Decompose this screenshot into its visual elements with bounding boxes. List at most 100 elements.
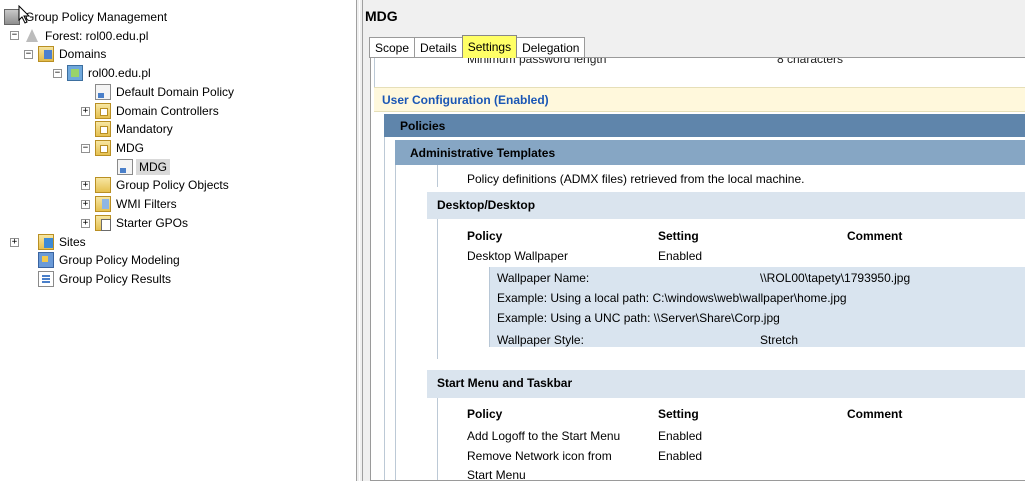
col-policy: Policy [467, 229, 503, 243]
expand-starter-icon[interactable]: + [81, 219, 90, 228]
ou-folder-icon [95, 140, 111, 156]
col-policy: Policy [467, 407, 503, 421]
tree-label: Group Policy Modeling [59, 253, 180, 267]
policy-setting: Enabled [658, 429, 703, 443]
grid-line [395, 165, 396, 480]
administrative-templates-header[interactable]: Administrative Templates [395, 140, 1025, 165]
detail-value: \\Server\Share\Corp.jpg [653, 311, 780, 325]
expand-sites-icon[interactable]: + [10, 238, 19, 247]
expand-gpo-folder-icon[interactable]: + [81, 181, 90, 190]
tree-node-wmi-filters[interactable]: WMI Filters [95, 195, 179, 213]
col-setting: Setting [658, 407, 699, 421]
grid-line [374, 58, 375, 88]
tree-node-default-domain-policy[interactable]: Default Domain Policy [95, 83, 236, 101]
tree-label: Group Policy Results [59, 272, 172, 286]
mouse-cursor-icon [18, 5, 31, 24]
policies-header[interactable]: Policies [384, 114, 1025, 137]
ou-folder-icon [95, 103, 111, 119]
console-tree[interactable]: Group Policy Management − Forest: rol00.… [0, 0, 356, 481]
detail-label-text: Example: Using a local path: [497, 291, 650, 305]
col-comment: Comment [847, 229, 903, 243]
expand-domain-controllers-icon[interactable]: + [81, 107, 90, 116]
desktop-section-header[interactable]: Desktop/Desktop [427, 192, 1025, 219]
tree-label: Domains [59, 47, 107, 61]
tree-label: Group Policy Objects [116, 178, 229, 192]
tab-strip: Scope Details Settings Delegation [369, 34, 586, 58]
policy-setting: Enabled [658, 449, 703, 463]
grid-line [437, 398, 438, 480]
tree-label: Domain Controllers [116, 104, 219, 118]
gpo-title: MDG [365, 8, 398, 24]
detail-value: C:\windows\web\wallpaper\home.jpg [652, 291, 847, 305]
tree-label: MDG [116, 141, 144, 155]
expand-wmi-icon[interactable]: + [81, 200, 90, 209]
tree-label: rol00.edu.pl [88, 66, 151, 80]
collapse-forest-icon[interactable]: − [10, 31, 19, 40]
detail-value: \\ROL00\tapety\1793950.jpg [760, 271, 911, 285]
tree-label: Starter GPOs [116, 216, 189, 230]
sites-folder-icon [38, 234, 54, 250]
policy-name-continued: Start Menu [467, 468, 526, 481]
collapse-mdg-icon[interactable]: − [81, 144, 90, 153]
starter-gpo-folder-icon [95, 215, 111, 231]
grid-line [437, 165, 438, 187]
user-configuration-header[interactable]: User Configuration (Enabled) [374, 87, 1025, 112]
detail-label: Example: Using a local path: C:\windows\… [497, 291, 847, 305]
tree-node-domain[interactable]: rol00.edu.pl [67, 64, 153, 82]
policy-setting: Enabled [658, 249, 703, 263]
tree-label-selected: MDG [136, 159, 170, 175]
tree-node-mandatory[interactable]: Mandatory [95, 120, 175, 138]
tree-node-domain-controllers[interactable]: Domain Controllers [95, 102, 221, 120]
start-menu-section-header[interactable]: Start Menu and Taskbar [427, 370, 1025, 398]
tree-label: Group Policy Management [25, 10, 168, 24]
tree-node-group-policy-objects[interactable]: Group Policy Objects [95, 176, 231, 194]
tree-label: WMI Filters [116, 197, 177, 211]
clipped-value: 8 characters [777, 58, 844, 66]
col-setting: Setting [658, 229, 699, 243]
tree-node-mdg-ou[interactable]: MDG [95, 139, 146, 157]
detail-label-text: Example: Using a UNC path: [497, 311, 651, 325]
results-icon [38, 271, 54, 287]
tree-node-results[interactable]: Group Policy Results [38, 270, 173, 288]
modeling-icon [38, 252, 54, 268]
collapse-domain-icon[interactable]: − [53, 69, 62, 78]
gpo-link-icon [117, 159, 133, 175]
details-pane: MDG Scope Details Settings Delegation Mi… [363, 0, 1025, 481]
gpo-folder-icon [95, 177, 111, 193]
domain-icon [67, 65, 83, 81]
detail-label: Wallpaper Name: [497, 271, 590, 285]
tree-node-forest[interactable]: Forest: rol00.edu.pl [24, 27, 150, 45]
tab-settings[interactable]: Settings [461, 35, 518, 58]
col-comment: Comment [847, 407, 903, 421]
policy-name: Remove Network icon from [467, 449, 612, 463]
tree-node-sites[interactable]: Sites [38, 233, 88, 251]
tree-node-modeling[interactable]: Group Policy Modeling [38, 251, 182, 269]
tree-label: Default Domain Policy [116, 85, 235, 99]
settings-report[interactable]: Minimum password length 8 characters Use… [370, 57, 1025, 481]
wmi-filter-folder-icon [95, 196, 111, 212]
tree-node-starter-gpos[interactable]: Starter GPOs [95, 214, 190, 232]
tree-label: Sites [59, 235, 86, 249]
tab-delegation[interactable]: Delegation [516, 37, 586, 58]
tree-node-domains[interactable]: Domains [38, 45, 108, 63]
detail-value: Stretch [760, 333, 799, 347]
clipped-row: Minimum password length 8 characters [467, 58, 1025, 67]
policy-name: Desktop Wallpaper [467, 249, 568, 263]
detail-label: Example: Using a UNC path: \\Server\Shar… [497, 311, 780, 325]
forest-icon [24, 28, 40, 44]
tree-node-mdg-gpo[interactable]: MDG [117, 158, 170, 176]
tree-label: Forest: rol00.edu.pl [45, 29, 149, 43]
collapse-domains-icon[interactable]: − [24, 50, 33, 59]
policy-name: Add Logoff to the Start Menu [467, 429, 621, 443]
admx-note: Policy definitions (ADMX files) retrieve… [467, 172, 805, 186]
tree-label: Mandatory [116, 122, 173, 136]
tab-details[interactable]: Details [414, 37, 463, 58]
grid-line [437, 219, 438, 359]
tab-scope[interactable]: Scope [369, 37, 416, 58]
detail-label: Wallpaper Style: [497, 333, 584, 347]
gpo-link-icon [95, 84, 111, 100]
clipped-label: Minimum password length [467, 58, 607, 66]
ou-folder-icon [95, 121, 111, 137]
grid-line [384, 137, 385, 480]
pane-splitter[interactable] [356, 0, 363, 481]
